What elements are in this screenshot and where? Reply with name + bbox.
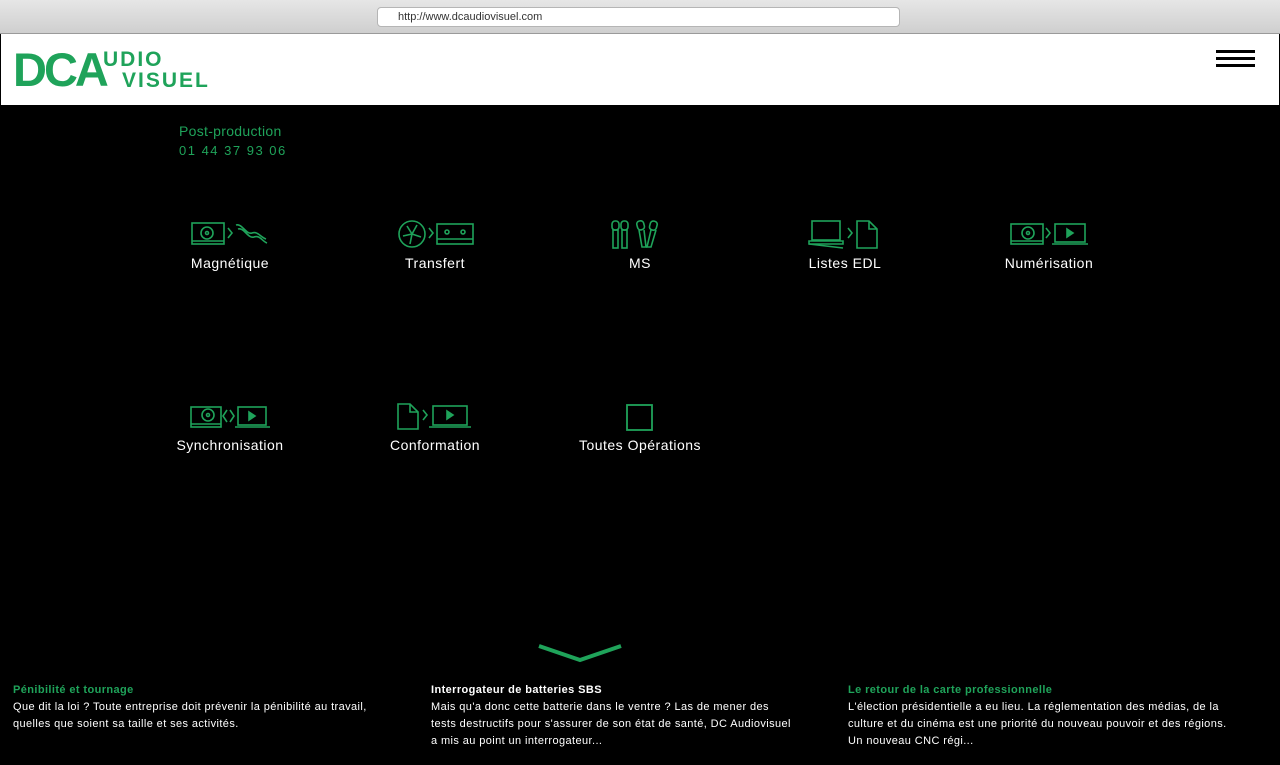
service-label: Numérisation <box>1004 255 1094 271</box>
service-conformation[interactable]: Conformation <box>355 401 515 453</box>
news-item[interactable]: Le retour de la carte professionnelle L'… <box>848 684 1228 750</box>
service-label: Listes EDL <box>808 255 882 271</box>
service-transfert[interactable]: Transfert <box>355 219 515 271</box>
browser-toolbar: http://www.dcaudiovisuel.com <box>0 0 1280 34</box>
news-excerpt: Mais qu'a donc cette batterie dans le ve… <box>431 701 791 747</box>
section-title: Post-production <box>179 123 282 139</box>
logo-dca: DCA <box>13 43 109 96</box>
service-label: Magnétique <box>190 255 270 271</box>
reel-to-cassette-icon <box>398 220 474 248</box>
news-item[interactable]: Interrogateur de batteries SBS Mais qu'a… <box>431 684 791 750</box>
service-label: Transfert <box>405 255 465 271</box>
service-label: Conformation <box>389 437 481 453</box>
site-header: DCA UDIO VISUEL <box>0 34 1280 106</box>
news-item[interactable]: Pénibilité et tournage Que dit la loi ? … <box>13 684 373 733</box>
news-excerpt: Que dit la loi ? Toute entreprise doit p… <box>13 701 367 730</box>
news-title[interactable]: Interrogateur de batteries SBS <box>431 684 791 696</box>
service-numerisation[interactable]: Numérisation <box>969 219 1129 271</box>
service-synchronisation[interactable]: Synchronisation <box>150 401 310 453</box>
laptop-to-document-icon <box>808 220 878 249</box>
service-ms[interactable]: MS <box>560 219 720 271</box>
service-listes-edl[interactable]: Listes EDL <box>765 219 925 271</box>
service-label: Toutes Opérations <box>578 437 702 453</box>
reel-to-laptop-icon <box>1010 223 1088 245</box>
square-icon <box>626 404 653 431</box>
reel-sync-laptop-icon <box>190 406 270 428</box>
service-magnetique[interactable]: Magnétique <box>150 219 310 271</box>
chevron-down-icon[interactable] <box>538 643 622 665</box>
document-to-laptop-icon <box>397 403 471 430</box>
microphones-icon <box>611 219 659 249</box>
news-excerpt: L'élection présidentielle a eu lieu. La … <box>848 701 1227 747</box>
reel-to-cable-icon <box>191 222 268 245</box>
service-label: MS <box>629 255 651 271</box>
hamburger-menu-icon[interactable] <box>1216 50 1255 68</box>
service-toutes-operations[interactable]: Toutes Opérations <box>560 401 720 453</box>
logo-audio: UDIO <box>103 48 164 71</box>
address-bar[interactable]: http://www.dcaudiovisuel.com <box>377 7 900 27</box>
service-label: Synchronisation <box>176 437 284 453</box>
logo-visuel: VISUEL <box>122 69 210 92</box>
news-title[interactable]: Le retour de la carte professionnelle <box>848 684 1228 696</box>
news-title[interactable]: Pénibilité et tournage <box>13 684 373 696</box>
phone-number[interactable]: 01 44 37 93 06 <box>179 143 287 158</box>
